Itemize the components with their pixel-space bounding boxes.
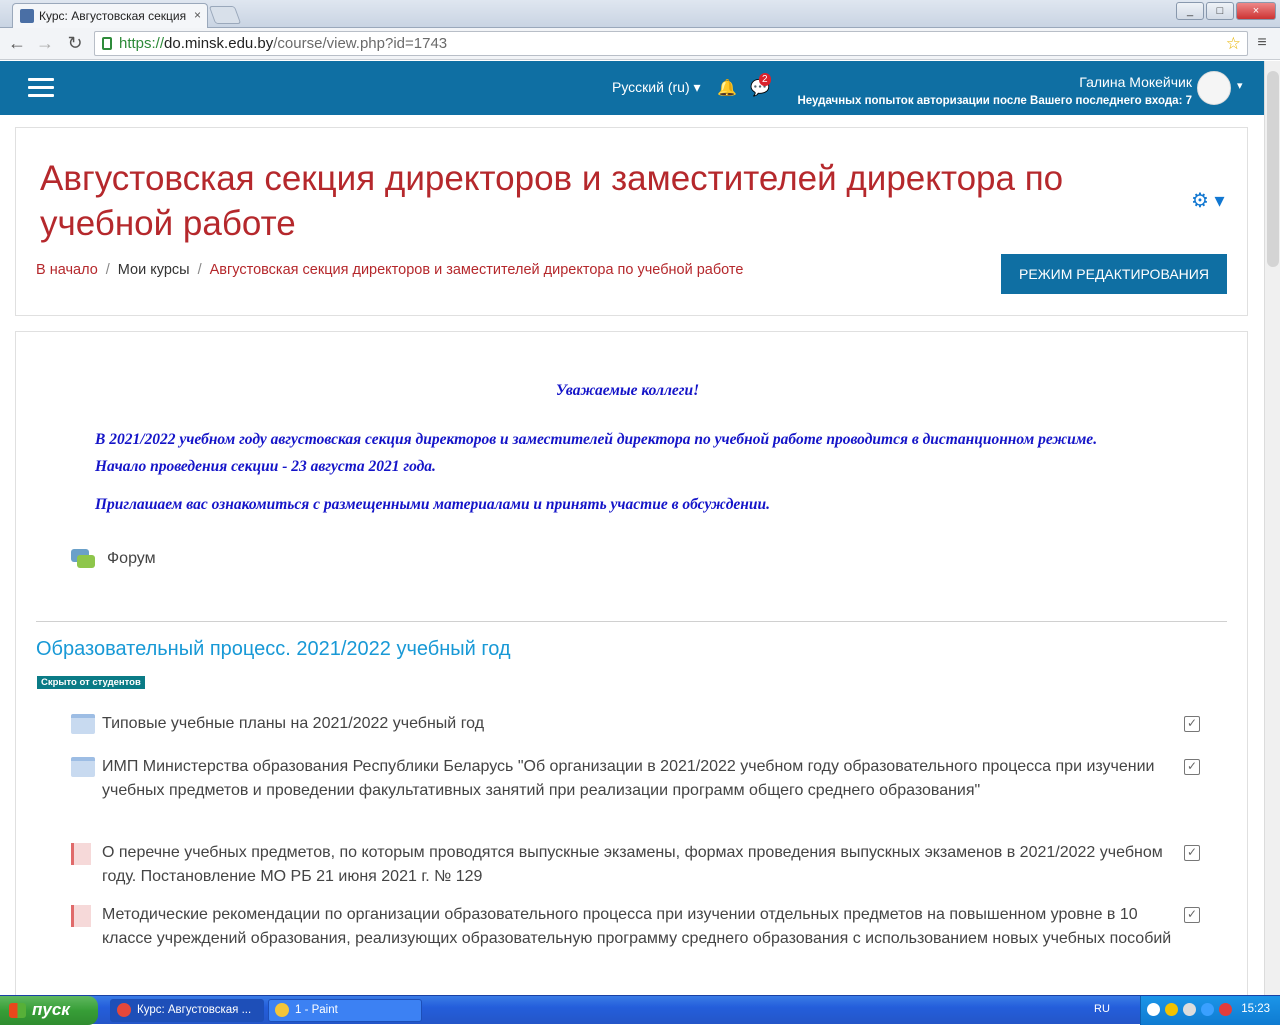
pdf-icon [71, 843, 91, 865]
page-scrollbar[interactable] [1264, 61, 1280, 995]
close-window-button[interactable]: × [1236, 2, 1276, 20]
maximize-button[interactable]: □ [1206, 2, 1234, 20]
hidden-from-students-badge: Скрыто от студентов [37, 676, 145, 689]
address-bar[interactable]: https://do.minsk.edu.by/course/view.php?… [94, 31, 1248, 56]
folder-icon [71, 714, 95, 734]
taskbar-item-paint[interactable]: 1 - Paint [268, 999, 422, 1022]
system-tray: 15:23 [1140, 996, 1280, 1025]
completion-checkbox[interactable]: ✓ [1184, 716, 1200, 732]
chrome-icon [117, 1003, 131, 1017]
folder-icon [71, 757, 95, 777]
url-path: /course/view.php?id=1743 [273, 35, 448, 52]
intro-paragraph-2: Приглашаем вас ознакомиться с размещенны… [95, 496, 770, 513]
new-tab-button[interactable] [208, 6, 242, 24]
messages-count-badge: 2 [759, 73, 771, 86]
user-menu-caret-icon[interactable]: ▾ [1237, 79, 1243, 92]
activity-link[interactable]: Методические рекомендации по организации… [102, 903, 1182, 951]
taskbar-item-label: Курс: Августовская ... [137, 1004, 252, 1016]
section-divider [36, 621, 1227, 622]
forum-label[interactable]: Форум [107, 550, 156, 568]
gear-icon[interactable]: ⚙ ▾ [1191, 188, 1225, 213]
activity-link[interactable]: Типовые учебные планы на 2021/2022 учебн… [102, 712, 1182, 736]
completion-checkbox[interactable]: ✓ [1184, 759, 1200, 775]
page-title: Августовская секция директоров и замести… [40, 159, 1064, 243]
tray-arrow-icon[interactable] [1147, 1003, 1160, 1016]
intro-paragraph-1: В 2021/2022 учебном году августовская се… [95, 431, 1098, 475]
taskbar-item-label: 1 - Paint [295, 1004, 338, 1016]
forum-icon [71, 549, 95, 569]
course-header-card: Августовская секция директоров и замести… [15, 127, 1248, 316]
avatar[interactable] [1197, 71, 1231, 105]
activity-link[interactable]: О перечне учебных предметов, по которым … [102, 841, 1182, 889]
user-name[interactable]: Галина Мокейчик [1079, 74, 1192, 90]
breadcrumb-home[interactable]: В начало [36, 262, 98, 278]
reload-icon[interactable]: ↻ [64, 32, 86, 54]
section-title[interactable]: Образовательный процесс. 2021/2022 учебн… [36, 638, 511, 661]
lock-icon [102, 37, 112, 50]
bell-icon[interactable]: 🔔 [717, 78, 737, 98]
clock: 15:23 [1241, 1003, 1270, 1015]
completion-checkbox[interactable]: ✓ [1184, 907, 1200, 923]
breadcrumb-current[interactable]: Августовская секция директоров и замести… [210, 262, 744, 278]
browser-menu-icon[interactable]: ≡ [1252, 34, 1272, 52]
start-button[interactable]: пуск [0, 996, 98, 1025]
browser-nav-bar: ← → ↻ https://do.minsk.edu.by/course/vie… [0, 28, 1280, 60]
edit-mode-button[interactable]: РЕЖИМ РЕДАКТИРОВАНИЯ [1001, 254, 1227, 294]
moodle-favicon-icon [20, 9, 34, 23]
bookmark-star-icon[interactable]: ☆ [1226, 32, 1241, 55]
language-selector[interactable]: Русский (ru) ▾ [612, 79, 701, 96]
close-tab-icon[interactable]: × [194, 8, 201, 22]
pdf-icon [71, 905, 91, 927]
minimize-button[interactable]: _ [1176, 2, 1204, 20]
activity-link[interactable]: ИМП Министерства образования Республики … [102, 755, 1182, 803]
forward-icon[interactable]: → [34, 32, 56, 54]
browser-tab-bar: Курс: Августовская секция × _ □ × [0, 0, 1280, 28]
paint-icon [275, 1003, 289, 1017]
security-shield-icon[interactable] [1165, 1003, 1178, 1016]
scrollbar-thumb[interactable] [1267, 71, 1279, 267]
start-label: пуск [32, 1000, 70, 1019]
url-scheme: https:// [119, 35, 165, 52]
antivirus-icon[interactable] [1219, 1003, 1232, 1016]
intro-greeting: Уважаемые коллеги! [555, 382, 700, 399]
site-header: Русский (ru) ▾ 🔔 💬 2 Галина Мокейчик Неу… [0, 61, 1264, 115]
window-controls: _ □ × [1176, 2, 1276, 20]
breadcrumb-separator: / [197, 262, 202, 278]
tray-app-icon[interactable] [1183, 1003, 1196, 1016]
taskbar: пуск Курс: Августовская ... 1 - Paint RU… [0, 995, 1280, 1025]
failed-login-info: Неудачных попыток авторизации после Ваше… [797, 95, 1192, 107]
taskbar-item-browser[interactable]: Курс: Августовская ... [110, 999, 264, 1022]
breadcrumb-my-courses[interactable]: Мои курсы [118, 262, 190, 278]
tab-title: Курс: Августовская секция [39, 9, 187, 23]
breadcrumb-separator: / [105, 262, 110, 278]
hamburger-menu-icon[interactable] [28, 78, 54, 98]
language-indicator[interactable]: RU [1094, 1003, 1110, 1015]
browser-tab[interactable]: Курс: Августовская секция × [12, 3, 208, 28]
breadcrumb: В начало / Мои курсы / Августовская секция д… [36, 262, 743, 278]
network-icon[interactable] [1201, 1003, 1214, 1016]
url-host: do.minsk.edu.by [164, 35, 274, 52]
course-content-card: Уважаемые коллеги! В 2021/2022 учебном г… [15, 331, 1248, 1001]
completion-checkbox[interactable]: ✓ [1184, 845, 1200, 861]
windows-flag-icon [9, 1003, 26, 1018]
back-icon[interactable]: ← [6, 32, 28, 54]
